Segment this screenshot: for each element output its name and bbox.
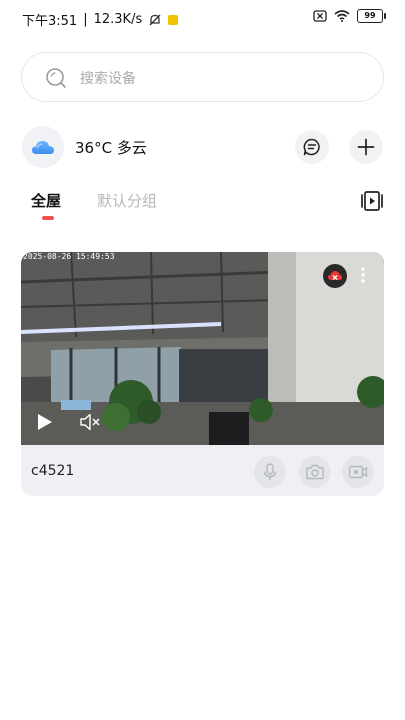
record-button[interactable] (342, 456, 374, 488)
status-bar-right: 99 (313, 9, 386, 23)
active-tab-indicator (42, 216, 54, 220)
sim-off-icon (313, 10, 327, 22)
search-icon (46, 68, 66, 88)
speaker-mute-icon[interactable] (79, 412, 101, 432)
plus-icon (357, 138, 375, 156)
battery-indicator: 99 (357, 9, 386, 23)
cloud-storage-button[interactable] (323, 264, 347, 288)
talk-button[interactable] (254, 456, 286, 488)
network-speed: 12.3K/s (93, 12, 143, 27)
weather-badge (22, 126, 64, 168)
status-time: 下午3:51 (22, 14, 78, 29)
status-bar: 下午3:51 | 12.3K/s 99 (0, 0, 405, 36)
play-icon[interactable] (36, 412, 54, 432)
video-record-icon (348, 465, 368, 479)
camera-icon (306, 464, 324, 480)
add-device-button[interactable] (349, 130, 383, 164)
weather-text: 36°C 多云 (75, 139, 147, 157)
layout-switch-icon[interactable] (360, 190, 384, 212)
snapshot-button[interactable] (299, 456, 331, 488)
cloud-icon (32, 141, 54, 154)
device-card[interactable]: 2025-08-26 15:49:53 c4521 (21, 252, 384, 496)
microphone-icon (263, 463, 277, 480)
camera-preview[interactable]: 2025-08-26 15:49:53 (21, 252, 384, 445)
more-vertical-icon[interactable] (360, 266, 366, 284)
search-bar[interactable] (21, 52, 384, 102)
notification-muted-icon (149, 14, 161, 25)
status-separator: | (83, 12, 88, 27)
status-bar-left: 下午3:51 | 12.3K/s (22, 10, 179, 29)
video-timestamp: 2025-08-26 15:49:53 (23, 252, 115, 261)
message-button[interactable] (295, 130, 329, 164)
search-input[interactable] (78, 66, 362, 92)
cloud-off-icon (328, 271, 342, 280)
message-icon (303, 138, 320, 156)
wifi-icon (334, 10, 350, 22)
app-notification-icon (168, 14, 179, 25)
device-name: c4521 (31, 463, 75, 479)
tab-default-group[interactable]: 默认分组 (97, 190, 157, 211)
tab-all-home[interactable]: 全屋 (31, 190, 61, 211)
